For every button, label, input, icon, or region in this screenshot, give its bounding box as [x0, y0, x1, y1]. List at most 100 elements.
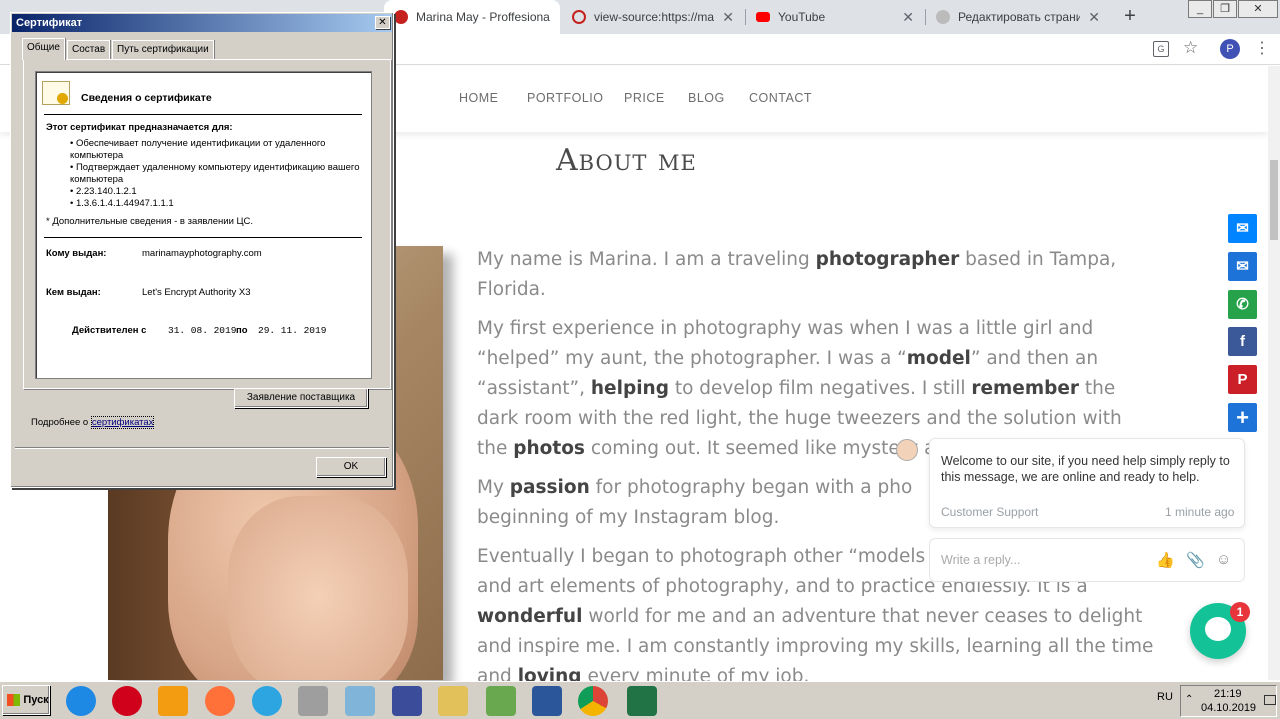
tab-edit-page[interactable]: Редактировать страницу ✕ — [926, 0, 1110, 34]
internet-explorer-icon[interactable] — [66, 686, 96, 716]
chat-unread-badge: 1 — [1230, 602, 1250, 622]
valid-to-label: по — [236, 325, 248, 336]
language-indicator[interactable]: RU — [1157, 691, 1173, 703]
media-player-icon[interactable] — [158, 686, 188, 716]
tab-title: YouTube — [778, 10, 826, 24]
certificate-heading: Сведения о сертификате — [81, 92, 212, 104]
tab-certification-path[interactable]: Путь сертификации — [112, 40, 214, 59]
windows-logo-icon — [7, 694, 20, 706]
tab-youtube[interactable]: YouTube ✕ — [746, 0, 924, 34]
more-info-text: Подробнее о сертификатах — [31, 416, 155, 429]
pinterest-share-icon[interactable]: P — [1228, 365, 1257, 394]
issued-to-value: marinamayphotography.com — [142, 248, 262, 259]
chrome-icon[interactable] — [578, 686, 608, 716]
opera-icon[interactable] — [112, 686, 142, 716]
purpose-item: • Подтверждает удаленному компьютеру иде… — [70, 162, 360, 185]
ok-button[interactable]: OK — [316, 457, 386, 477]
clock-time[interactable]: 21:19 — [1214, 688, 1242, 700]
valid-to-value: 29. 11. 2019 — [258, 325, 327, 336]
translate-icon[interactable]: G — [1153, 41, 1169, 57]
divider — [15, 447, 389, 449]
tab-title: Marina May - Proffesional P — [416, 10, 550, 24]
certificate-info-box: Сведения о сертификате Этот сертификат п… — [35, 71, 372, 379]
profile-avatar[interactable]: P — [1220, 39, 1240, 59]
restore-button[interactable]: ❐ — [1213, 0, 1237, 18]
start-button[interactable]: Пуск — [2, 685, 50, 715]
chat-sender: Customer Support — [941, 505, 1039, 519]
nav-home[interactable]: HOME — [459, 91, 499, 105]
nav-blog[interactable]: BLOG — [688, 91, 725, 105]
page-scrollbar[interactable] — [1268, 66, 1280, 680]
ca-statement-note: * Дополнительные сведения - в заявлении … — [46, 216, 254, 227]
email-share-icon[interactable]: ✉ — [1228, 252, 1257, 281]
word-icon[interactable] — [532, 686, 562, 716]
chat-message-card[interactable]: Welcome to our site, if you need help si… — [929, 438, 1245, 528]
taskbar: Пуск RU ⌃ 21:19 04.10.2019 — [0, 681, 1280, 719]
view-source-favicon-icon — [572, 10, 586, 24]
chat-bubble-icon — [1205, 617, 1231, 641]
valid-from-value: 31. 08. 2019 — [168, 325, 237, 336]
page-title: About me — [556, 143, 697, 178]
clock-date[interactable]: 04.10.2019 — [1201, 702, 1256, 714]
desktop-icon[interactable] — [1264, 695, 1276, 705]
minimize-button[interactable]: _ — [1188, 0, 1212, 18]
close-tab-icon[interactable]: ✕ — [1088, 9, 1100, 26]
scrollbar-thumb[interactable] — [1270, 160, 1278, 240]
close-window-button[interactable]: ✕ — [1238, 0, 1278, 18]
messenger-share-icon[interactable]: ✉ — [1228, 214, 1257, 243]
close-tab-icon[interactable]: ✕ — [722, 9, 734, 26]
notepad-icon[interactable] — [345, 686, 375, 716]
tab-view-source[interactable]: view-source:https://marina ✕ — [562, 0, 744, 34]
system-tray: ⌃ 21:19 04.10.2019 — [1180, 685, 1277, 717]
certificate-dialog: Сертификат ✕ Общие Состав Путь сертифика… — [10, 12, 394, 488]
tray-expand-icon[interactable]: ⌃ — [1185, 694, 1193, 705]
tab-details[interactable]: Состав — [67, 40, 111, 59]
excel-icon[interactable] — [627, 686, 657, 716]
thumbs-up-icon[interactable]: 👍 — [1156, 551, 1175, 569]
nav-price[interactable]: PRICE — [624, 91, 665, 105]
new-tab-button[interactable]: + — [1118, 4, 1142, 28]
close-tab-icon[interactable]: ✕ — [902, 9, 914, 26]
wordpress-icon — [936, 10, 950, 24]
youtube-icon — [756, 12, 770, 22]
firefox-icon[interactable] — [205, 686, 235, 716]
tab-title: Редактировать страницу — [958, 10, 1081, 24]
calculator-icon[interactable] — [298, 686, 328, 716]
photo-hand — [228, 496, 408, 680]
more-share-icon[interactable]: + — [1228, 403, 1257, 432]
chat-reply-input[interactable]: Write a reply... — [941, 553, 1020, 567]
certificates-link[interactable]: сертификатах — [90, 416, 155, 429]
divider — [44, 114, 362, 115]
save-disk-icon[interactable] — [392, 686, 422, 716]
issued-by-value: Let's Encrypt Authority X3 — [142, 287, 251, 298]
chat-time: 1 minute ago — [1165, 505, 1235, 519]
issued-by-label: Кем выдан: — [46, 287, 101, 298]
dialog-title: Сертификат — [12, 14, 392, 32]
purpose-title: Этот сертификат предназначается для: — [46, 122, 233, 133]
site-favicon-icon — [394, 10, 408, 24]
telegram-icon[interactable] — [252, 686, 282, 716]
tab-general[interactable]: Общие — [22, 38, 65, 60]
purpose-item: • 1.3.6.1.4.1.44947.1.1.1 — [70, 198, 174, 209]
issuer-statement-button[interactable]: Заявление поставщика — [234, 388, 368, 408]
chat-message-text: Welcome to our site, if you need help si… — [941, 454, 1230, 484]
valid-from-label: Действителен с — [72, 325, 147, 336]
emoji-icon[interactable]: ☺ — [1216, 551, 1231, 568]
certificate-seal-icon — [57, 93, 68, 104]
chat-reply-box[interactable]: Write a reply... 👍 📎 ☺ — [929, 538, 1245, 582]
file-explorer-icon[interactable] — [438, 686, 468, 716]
certificate-icon — [42, 81, 70, 105]
tab-marina-may[interactable]: Marina May - Proffesional P — [384, 0, 560, 34]
about-paragraph-1: My name is Marina. I am a traveling phot… — [477, 249, 1117, 300]
spreadsheet-doc-icon[interactable] — [486, 686, 516, 716]
nav-contact[interactable]: CONTACT — [749, 91, 812, 105]
nav-portfolio[interactable]: PORTFOLIO — [527, 91, 604, 105]
support-agent-avatar — [896, 439, 918, 461]
whatsapp-share-icon[interactable]: ✆ — [1228, 290, 1257, 319]
dialog-close-button[interactable]: ✕ — [375, 16, 390, 29]
tab-title: view-source:https://marina — [594, 10, 715, 24]
menu-icon[interactable]: ⋮ — [1254, 38, 1270, 58]
facebook-share-icon[interactable]: f — [1228, 327, 1257, 356]
attachment-icon[interactable]: 📎 — [1186, 551, 1205, 569]
bookmark-star-icon[interactable]: ☆ — [1183, 38, 1198, 58]
